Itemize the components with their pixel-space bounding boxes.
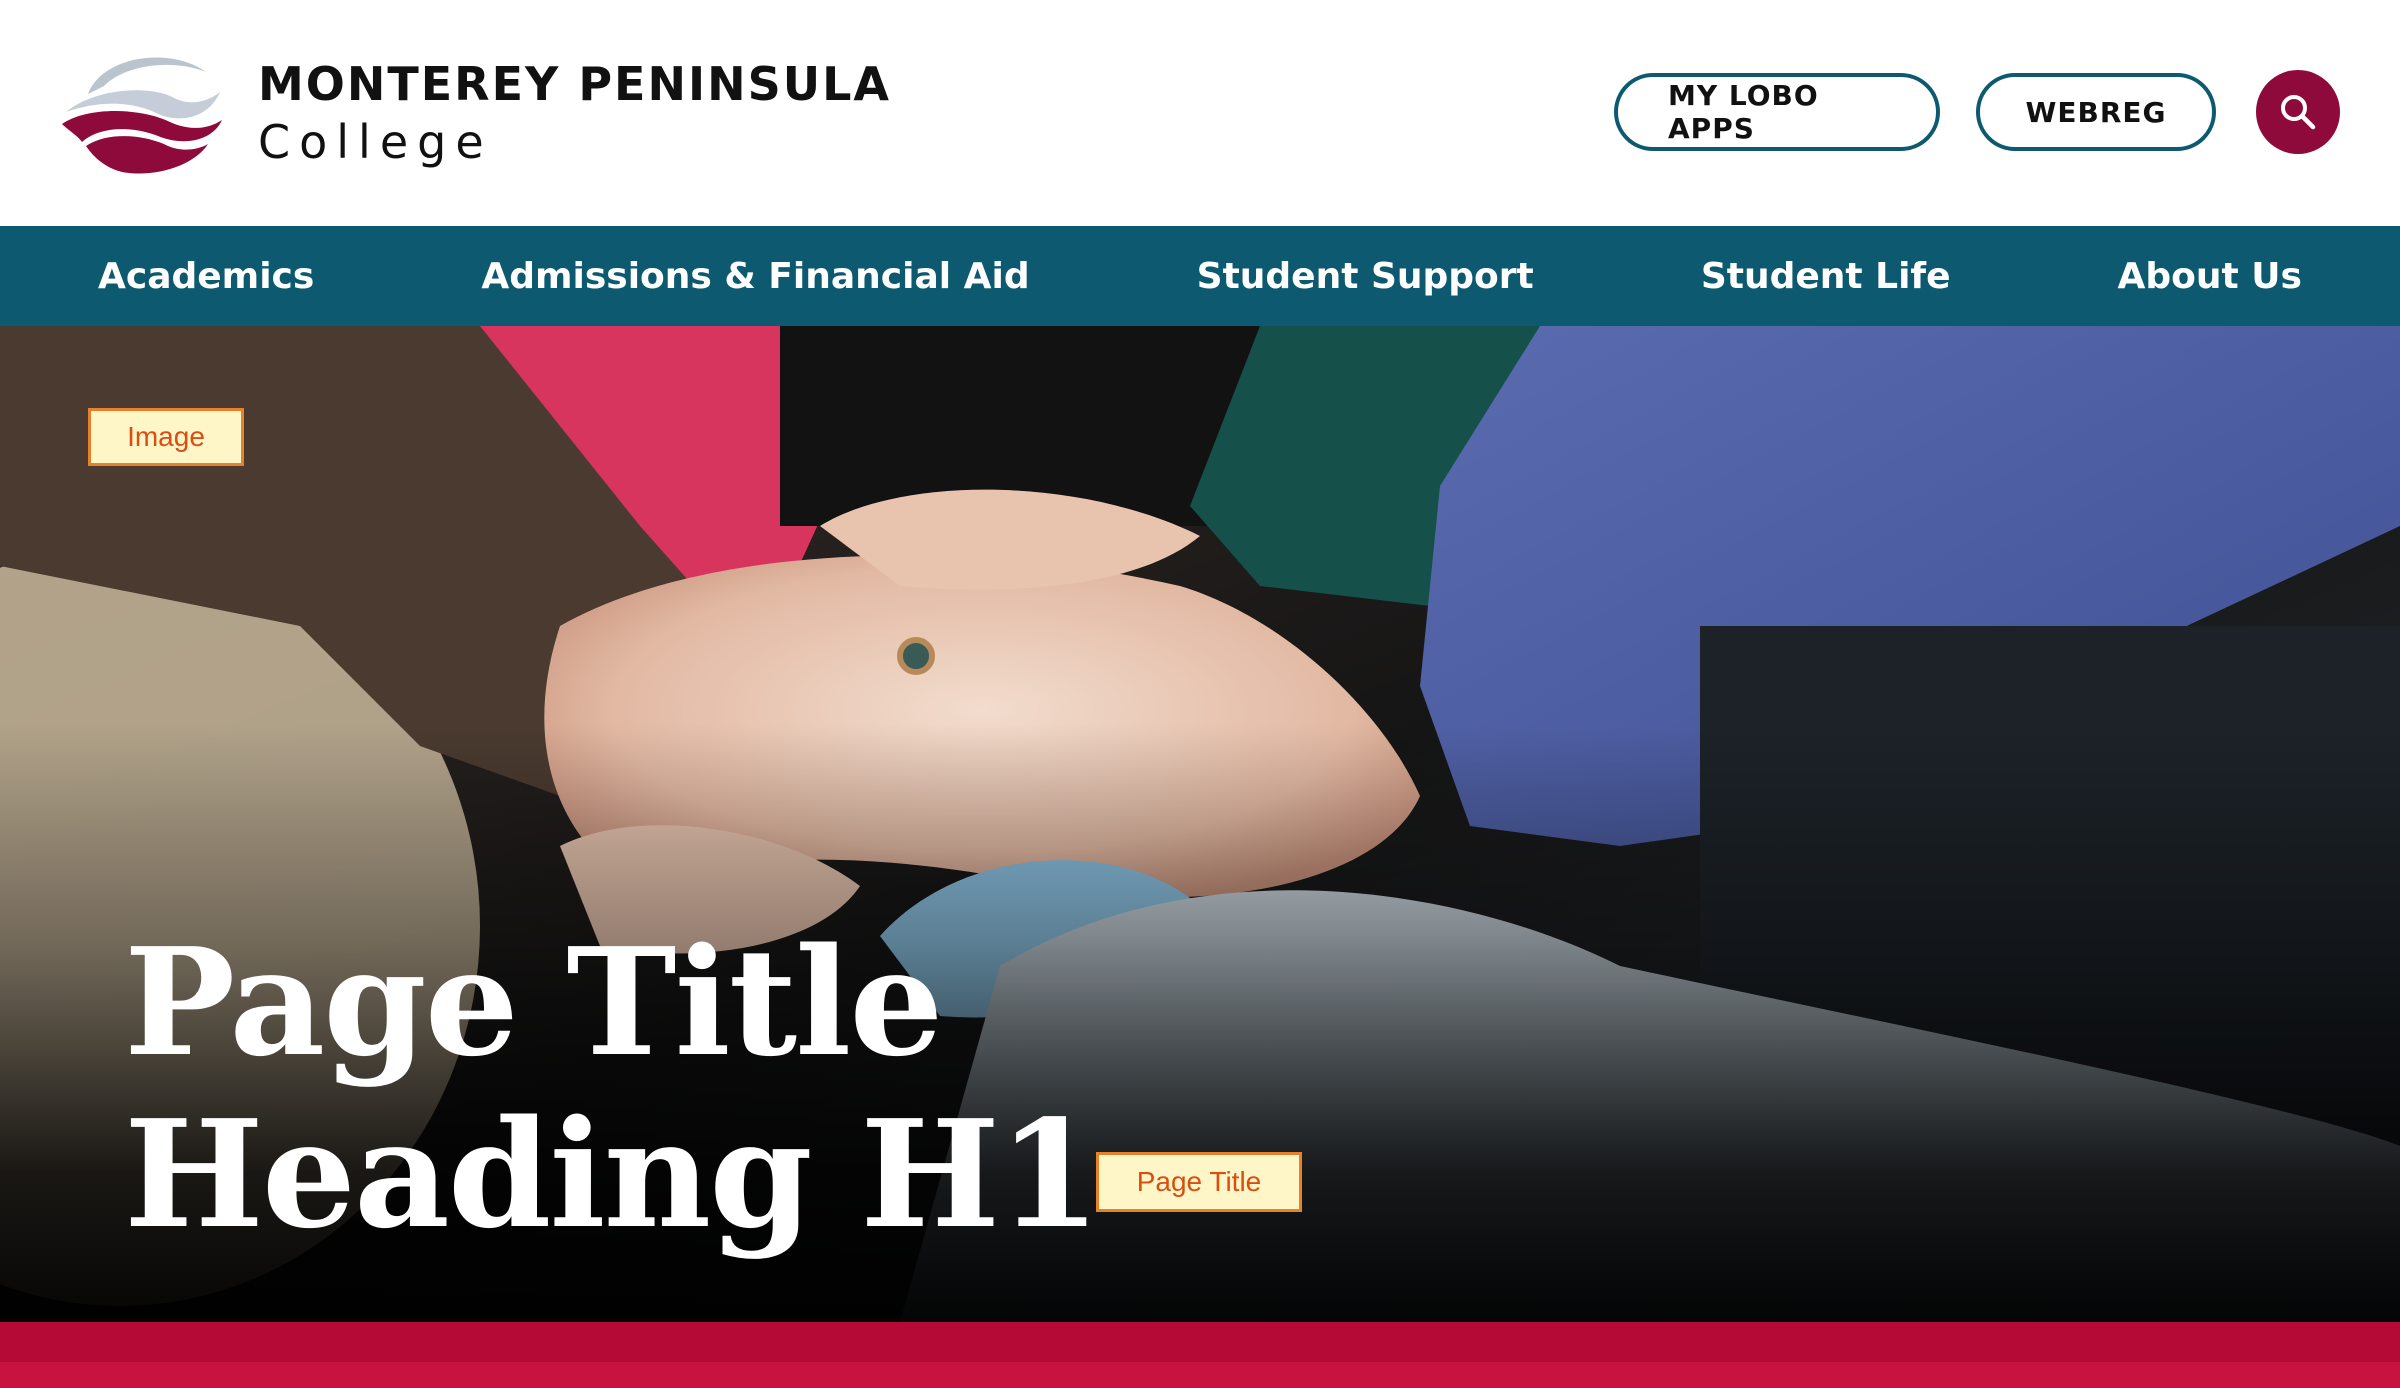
accent-band-bottom	[0, 1362, 2400, 1388]
search-button[interactable]	[2256, 70, 2340, 154]
header-actions: MY LOBO APPS WEBREG	[1614, 70, 2340, 154]
my-lobo-apps-button[interactable]: MY LOBO APPS	[1614, 73, 1940, 151]
main-nav: Academics Admissions & Financial Aid Stu…	[0, 226, 2400, 326]
logo-title: MONTEREY PENINSULA	[258, 57, 891, 111]
college-logo[interactable]: MONTEREY PENINSULA College	[58, 46, 891, 180]
annotation-page-title-label: Page Title	[1096, 1152, 1302, 1212]
webreg-button[interactable]: WEBREG	[1976, 73, 2216, 151]
accent-band-top	[0, 1322, 2400, 1362]
nav-item-student-life[interactable]: Student Life	[1701, 256, 1951, 297]
search-icon	[2281, 95, 2316, 130]
nav-item-academics[interactable]: Academics	[98, 256, 314, 297]
page-title-line-2: Heading H1	[124, 1087, 1101, 1261]
logo-subtitle: College	[258, 115, 493, 169]
nav-item-admissions-financial-aid[interactable]: Admissions & Financial Aid	[481, 256, 1029, 297]
nav-item-about-us[interactable]: About Us	[2118, 256, 2302, 297]
accent-band	[0, 1322, 2400, 1388]
page-title-line-1: Page Title	[124, 915, 944, 1089]
logo-waves-icon	[62, 57, 222, 174]
annotation-image-label: Image	[88, 408, 244, 466]
site-header: MONTEREY PENINSULA College MY LOBO APPS …	[0, 0, 2400, 226]
hero-banner: Image Page Title Heading H1 Page Title	[0, 326, 2400, 1322]
page-title: Page Title Heading H1	[124, 915, 1101, 1261]
nav-item-student-support[interactable]: Student Support	[1197, 256, 1534, 297]
